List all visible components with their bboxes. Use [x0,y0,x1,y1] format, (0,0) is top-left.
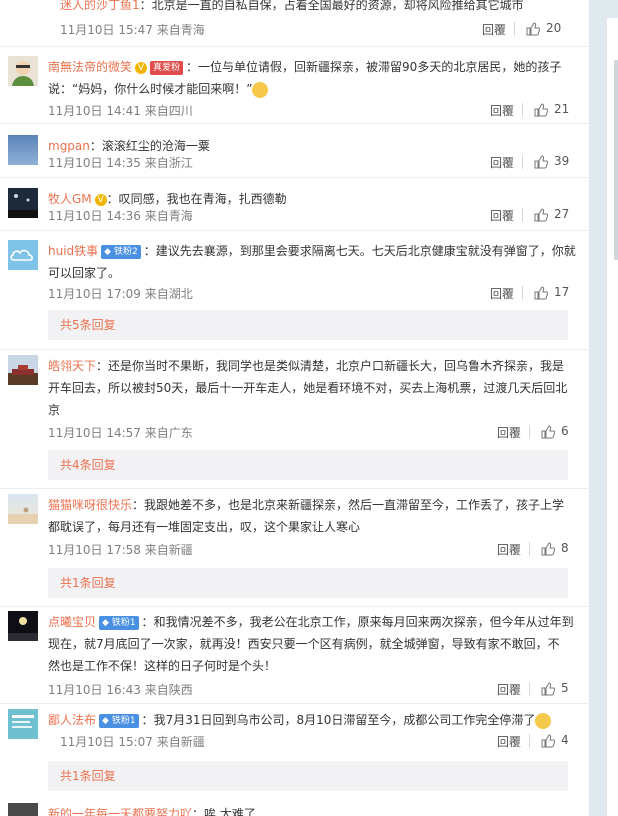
more-replies-link[interactable]: 共4条回复 [48,450,568,480]
reply-button[interactable]: 回覆 [490,154,514,171]
thumbs-up-icon [526,21,541,35]
reply-button[interactable]: 回覆 [490,285,514,302]
divider [514,22,515,36]
commenter-name[interactable]: mgpan [48,139,90,153]
divider [522,208,523,222]
divider [0,123,589,124]
comment-meta: 11月10日 14:57 来自广东 [48,426,193,440]
comment-meta: 11月10日 14:35 来自浙江 [48,156,193,170]
v-badge-icon: V [94,193,107,206]
comment-text: 新的一年每一天都要努力吖：唉 太难了 [48,803,578,816]
like-button[interactable]: 4 [541,733,569,748]
reply-button[interactable]: 回覆 [497,541,521,558]
divider [0,177,589,178]
comment-meta: 11月10日 14:36 来自青海 [48,209,193,223]
avatar[interactable] [8,56,38,86]
fan-level-badge: ◆ 铁粉2 [101,244,141,259]
comment-text: 点曦宝贝 ◆ 铁粉1 ：和我情况差不多，我老公在北京工作，原来每月回来两次探亲，但今… [48,615,574,673]
divider [0,46,589,47]
commenter-name[interactable]: 迷人的沙丁鱼1 [60,0,140,12]
reply-button[interactable]: 回覆 [497,424,521,441]
more-replies-link[interactable]: 共1条回复 [48,761,568,791]
more-replies-link[interactable]: 共1条回复 [48,568,568,598]
comment-meta: 11月10日 15:07 来自新疆 [60,735,205,749]
divider [522,286,523,300]
divider [529,542,530,556]
commenter-name[interactable]: 南無法帝的微笑 [48,60,132,74]
avatar[interactable] [8,188,38,218]
comment-text: 南無法帝的微笑 V 真爱粉 ：一位与单位请假，回新疆探亲，被滞留90多天的北京居民，她… [48,60,562,98]
avatar[interactable] [8,803,38,816]
commenter-name[interactable]: 鄙人法布 [48,713,96,727]
divider [529,425,530,439]
divider [522,103,523,117]
comment-text: 皓翎天下：还是你当时不果断，我同学也是类似清楚，北京户口新疆长大，回乌鲁木齐探亲… [48,359,568,417]
divider [529,682,530,696]
scrollbar-thumb[interactable] [614,60,618,260]
divider [0,703,589,704]
more-replies-link[interactable]: 共5条回复 [48,310,568,340]
thumbs-up-icon [534,285,549,299]
commenter-name[interactable]: 点曦宝贝 [48,615,96,629]
comment-meta: 11月10日 17:09 来自湖北 [48,287,193,301]
like-button[interactable]: 20 [526,21,561,36]
like-button[interactable]: 39 [534,154,569,169]
divider [0,349,589,350]
comment-text: 鄙人法布 ◆ 铁粉1 ：我7月31日回到乌市公司，8月10日滞留至今，成都公司工作完… [48,709,578,731]
commenter-name[interactable]: 猫猫咪呀很快乐 [48,498,132,512]
avatar[interactable] [8,135,38,165]
comments-panel: 迷人的沙丁鱼1：北京是一直的自私自保，占着全国最好的资源，却将风险推给其它城市 … [0,0,589,816]
reply-button[interactable]: 回覆 [490,207,514,224]
avatar[interactable] [8,709,38,739]
comment-meta: 11月10日 16:43 来自陕西 [48,683,193,697]
v-badge-icon: V [135,61,148,74]
avatar[interactable] [8,494,38,524]
comment-meta: 11月10日 14:41 来自四川 [48,104,193,118]
thumbs-up-icon [541,541,556,555]
comment-text: 迷人的沙丁鱼1：北京是一直的自私自保，占着全国最好的资源，却将风险推给其它城市 [60,0,524,12]
reply-button[interactable]: 回覆 [497,733,521,750]
comment-meta: 11月10日 17:58 来自新疆 [48,543,193,557]
like-button[interactable]: 17 [534,285,569,300]
reply-button[interactable]: 回覆 [482,21,506,38]
thumbs-up-icon [534,154,549,168]
thumbs-up-icon [541,733,556,747]
laughing-emoji-icon [535,712,552,729]
reply-button[interactable]: 回覆 [490,102,514,119]
avatar[interactable] [8,240,38,270]
thumbs-up-icon [534,207,549,221]
thumbs-up-icon [534,102,549,116]
commenter-name[interactable]: 新的一年每一天都要努力吖 [48,807,192,816]
commenter-name[interactable]: huid铁事 [48,244,98,258]
like-button[interactable]: 21 [534,102,569,117]
commenter-name[interactable]: 皓翎天下 [48,359,96,373]
divider [0,230,589,231]
divider [522,155,523,169]
avatar[interactable] [8,611,38,641]
crying-emoji-icon [252,81,269,98]
comment-text: 猫猫咪呀很快乐：我跟她差不多，也是北京来新疆探亲，然后一直滞留至今，工作丢了，孩… [48,498,565,534]
reply-button[interactable]: 回覆 [497,681,521,698]
like-button[interactable]: 27 [534,207,569,222]
commenter-name[interactable]: 牧人GM [48,192,92,206]
divider [0,488,589,489]
like-button[interactable]: 8 [541,541,569,556]
comment-text: huid铁事 ◆ 铁粉2 ：建议先去襄源，到那里会要求隔离七天。七天后北京健康宝就没… [48,244,576,280]
divider [0,606,589,607]
like-button[interactable]: 5 [541,681,569,696]
fan-level-badge: ◆ 铁粉1 [99,615,139,630]
thumbs-up-icon [541,681,556,695]
thumbs-up-icon [541,424,556,438]
comment-meta: 11月10日 15:47 来自青海 [60,23,205,37]
fan-level-badge: ◆ 铁粉1 [99,713,139,728]
divider [529,734,530,748]
avatar[interactable] [8,355,38,385]
fan-badge: 真爱粉 [150,60,184,75]
like-button[interactable]: 6 [541,424,569,439]
